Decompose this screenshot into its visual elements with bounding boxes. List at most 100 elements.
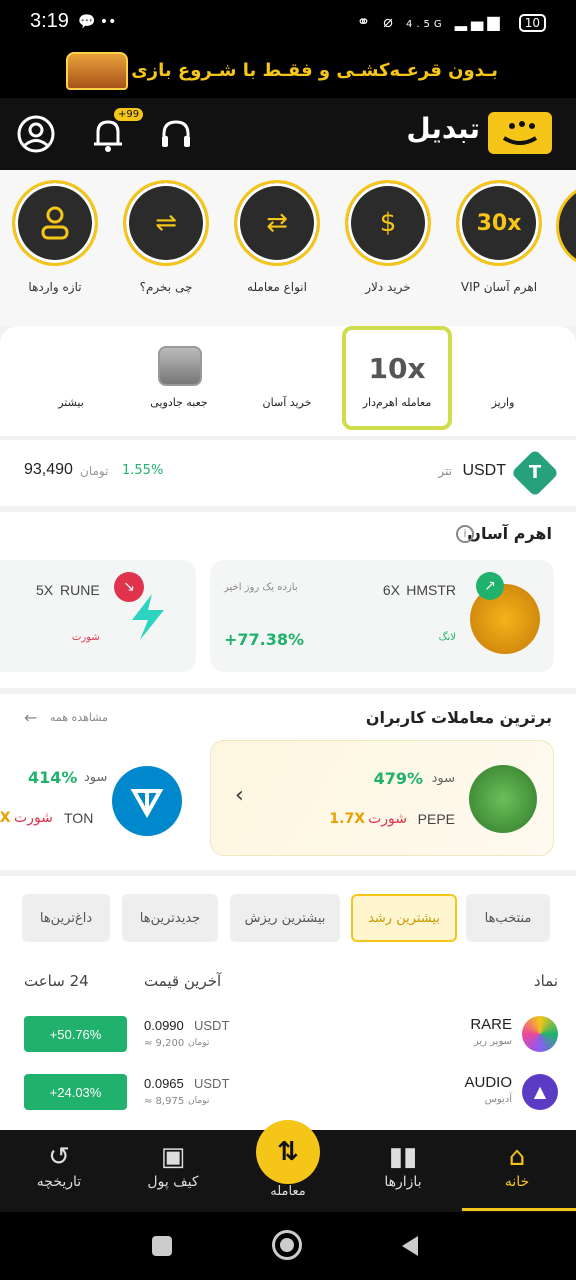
trade-leverage: 1.7X: [329, 811, 365, 827]
leverage-card-rune[interactable]: ↘ RUNE 5X شورت: [0, 560, 196, 672]
banner-text: بـدون قرعـه‌کشـی و فقـط با شـروع بازی: [131, 60, 498, 81]
easy-leverage-section: اهرم آسان i ↗ HMSTR 6X بازده یک روز اخیر…: [0, 512, 576, 688]
status-time: 3:19: [30, 10, 69, 32]
dollar-glyph: $: [379, 208, 397, 238]
system-icons: ⚭ ⌀ 4.5G ▂▄▆ 10: [357, 12, 546, 32]
exchange-icon: ⇌: [123, 180, 209, 266]
profile-icon[interactable]: [16, 114, 56, 154]
swap-vertical-icon: ⇅: [277, 1137, 299, 1167]
leverage-direction: لانگ: [438, 632, 456, 643]
quick-action-label: خرید دلار: [365, 280, 411, 294]
service-more[interactable]: بیشتر: [16, 396, 126, 409]
trade-card-pepe[interactable]: ‹ سود 479% PEPE شورت 1.7X: [210, 740, 554, 856]
quick-action-trade-types[interactable]: ⇄ انواع معامله: [222, 180, 332, 294]
nav-history[interactable]: ↺ تاریخچه: [4, 1140, 114, 1190]
audius-coin-icon: ▲: [522, 1074, 558, 1110]
leverage-subtitle: بازده یک روز اخیر: [224, 582, 298, 593]
service-easy-buy[interactable]: خرید آسان: [232, 396, 342, 409]
profit-value: 414%: [28, 768, 78, 787]
trade-button[interactable]: ⇅: [256, 1120, 320, 1184]
column-header-symbol: نماد: [533, 972, 558, 990]
nav-label: تاریخچه: [36, 1174, 82, 1190]
quick-action-partial[interactable]: [556, 183, 576, 269]
nav-label: خانه: [504, 1174, 530, 1190]
chevron-left-icon[interactable]: ‹: [235, 783, 244, 808]
table-row[interactable]: RARE سوپر ریر 0.0990 USDT ≈ 9,200 تومان …: [0, 1016, 576, 1074]
row-symbol: AUDIO: [464, 1074, 512, 1091]
leverage-card-hmstr[interactable]: ↗ HMSTR 6X بازده یک روز اخیر لانگ +77.38…: [210, 560, 554, 672]
headset-icon[interactable]: [156, 114, 196, 154]
home-icon: ⌂: [508, 1142, 526, 1172]
filter-top-losers[interactable]: بیشترین ریزش: [230, 894, 340, 942]
usdt-price-row[interactable]: T USDT تتر 1.55% تومان 93,490: [0, 440, 576, 506]
leverage-symbol: RUNE: [60, 582, 100, 598]
quick-action-buy-dollar[interactable]: $ خرید دلار: [333, 180, 443, 294]
recent-apps-button[interactable]: [152, 1236, 172, 1256]
nav-markets[interactable]: ▮▮ بازارها: [348, 1140, 458, 1190]
service-leverage-trade[interactable]: 10x معامله اهرم‌دار: [342, 326, 452, 430]
active-tab-indicator: [462, 1208, 576, 1211]
row-change: +50.76%: [24, 1016, 127, 1052]
quick-action-vip-leverage[interactable]: 30x اهرم آسان VIP: [444, 180, 554, 294]
arrow-left-icon[interactable]: ←: [24, 708, 37, 727]
trade-card-ton[interactable]: سود 414% TON شورت 6X: [0, 740, 196, 856]
leverage-direction: شورت: [72, 632, 100, 643]
dollar-icon: $: [345, 180, 431, 266]
status-bar: 3:19 💬 •• ⚭ ⌀ 4.5G ▂▄▆ 10: [0, 0, 576, 46]
market-filter-chips: منتخب‌ها بیشترین رشد بیشترین ریزش جدیدتر…: [0, 876, 576, 956]
service-magic-box[interactable]: جعبه جادویی: [124, 396, 234, 409]
row-price: 0.0965: [144, 1076, 184, 1091]
usdt-name: تتر: [438, 464, 452, 478]
ten-x-icon: 10x: [368, 352, 426, 385]
filter-top-gainers[interactable]: بیشترین رشد: [351, 894, 457, 942]
profit-label: سود: [84, 770, 108, 785]
thorchain-icon: [132, 594, 164, 640]
quick-action-label: انواع معامله: [247, 280, 307, 294]
quick-action-label: اهرم آسان VIP: [460, 280, 538, 294]
ton-icon: [112, 766, 182, 836]
quick-action-label: چی بخرم؟: [139, 280, 193, 294]
logo-icon: [488, 112, 552, 154]
quick-action-newcomers[interactable]: تازه واردها: [0, 180, 110, 294]
info-icon[interactable]: i: [456, 525, 474, 543]
vip-30x-icon: 30x: [456, 180, 542, 266]
tether-icon: T: [510, 448, 560, 498]
row-toman-label: تومان: [188, 1096, 210, 1106]
wallet-icon: ▣: [160, 1142, 186, 1172]
home-system-button[interactable]: [272, 1230, 302, 1260]
system-navigation-bar: [0, 1212, 576, 1280]
row-symbol: RARE: [470, 1016, 512, 1033]
history-icon: ↺: [48, 1142, 70, 1172]
row-name: سوپر ریر: [473, 1036, 512, 1047]
row-name: آدیوس: [484, 1094, 512, 1105]
nav-home[interactable]: ⌂ خانه: [462, 1140, 572, 1190]
filter-featured[interactable]: منتخب‌ها: [466, 894, 550, 942]
trade-symbol: TON: [64, 810, 94, 826]
leverage-multiplier: 5X: [36, 582, 54, 598]
battery-icon: 10: [518, 14, 546, 32]
row-quote: USDT: [194, 1076, 230, 1091]
signal-icon: ▂▄▆: [454, 12, 504, 31]
profit-label: سود: [431, 771, 455, 786]
quick-action-what-to-buy[interactable]: ⇌ چی بخرم؟: [111, 180, 221, 294]
profit-value: 479%: [373, 769, 423, 788]
bar-chart-icon: ▮▮: [388, 1142, 418, 1172]
leverage-multiplier: 6X: [382, 582, 400, 598]
app-logo-text: تبدیل: [406, 112, 480, 145]
filter-newest[interactable]: جدیدترین‌ها: [122, 894, 218, 942]
vip-30x-text: 30x: [476, 210, 522, 236]
trade-symbol: PEPE: [417, 811, 455, 827]
leverage-symbol: HMSTR: [406, 582, 456, 598]
nav-wallet[interactable]: ▣ کیف پول: [118, 1140, 228, 1190]
service-deposit[interactable]: واریز: [448, 396, 558, 409]
currency-label: تومان: [80, 464, 109, 478]
promo-banner[interactable]: بـدون قرعـه‌کشـی و فقـط با شـروع بازی: [0, 46, 576, 98]
see-all-link[interactable]: مشاهده همه: [50, 711, 108, 724]
market-table: نماد آخرین قیمت 24 ساعت RARE سوپر ریر 0.…: [0, 956, 576, 1130]
row-toman: ≈ 9,200: [144, 1038, 185, 1049]
back-button[interactable]: [398, 1234, 422, 1258]
trade-direction: شورت: [368, 811, 407, 827]
filter-hottest[interactable]: داغ‌ترین‌ها: [22, 894, 110, 942]
row-price: 0.0990: [144, 1018, 184, 1033]
exchange-glyph: ⇌: [155, 208, 177, 238]
